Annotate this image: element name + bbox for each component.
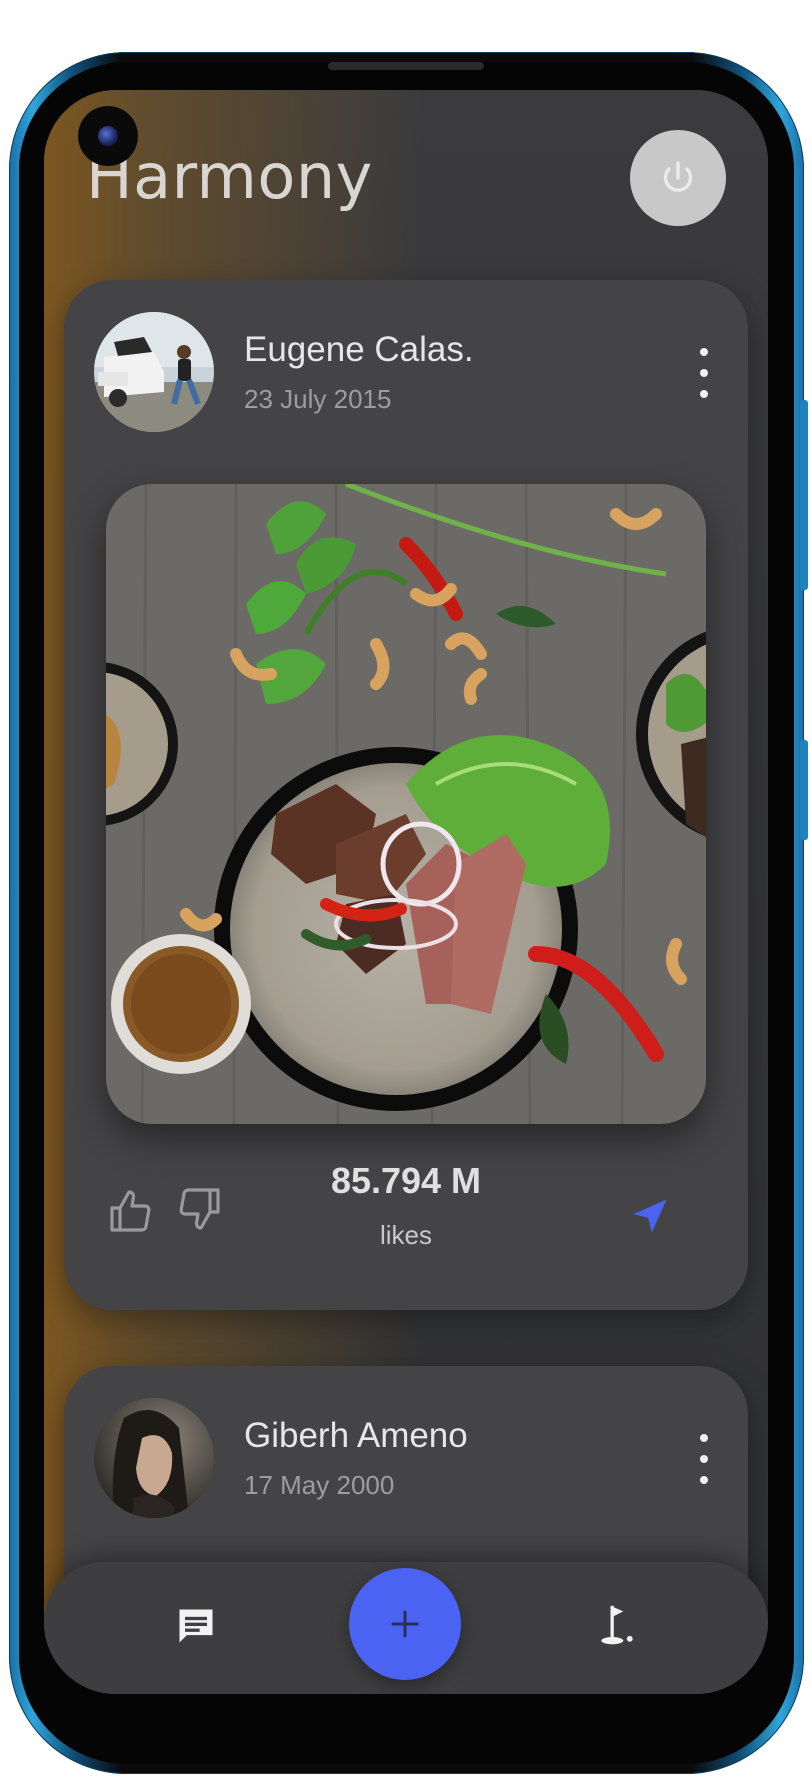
like-button[interactable] [108,1188,156,1236]
add-post-button[interactable] [349,1568,461,1680]
chat-message-icon [179,1609,213,1643]
volume-button [800,400,808,590]
navigation-send-icon [633,1199,667,1233]
earpiece-speaker [328,62,484,70]
plus-icon [391,1610,419,1638]
power-side-button [800,740,808,840]
power-button[interactable] [630,130,726,226]
more-options-button[interactable] [694,1434,714,1484]
author-avatar[interactable] [94,312,214,432]
likes-count: 85.794 M [330,1160,482,1201]
dislike-button[interactable] [174,1184,222,1232]
post-date: 17 May 2000 [244,1470,395,1500]
likes-label: likes [379,1220,432,1250]
more-vertical-icon [700,348,708,356]
power-icon [663,161,693,192]
golf-flag-icon [601,1605,633,1645]
author-name[interactable]: Giberh Ameno [244,1416,468,1456]
post-image[interactable] [106,484,706,1124]
golf-button[interactable] [594,1602,638,1650]
front-camera [78,106,138,166]
app-screen: Harmony Eugene Calas. 23 July 2015 85.79… [44,90,768,1694]
post-card: Eugene Calas. 23 July 2015 85.794 M like… [64,280,748,1310]
author-avatar[interactable] [94,1398,214,1518]
chat-button[interactable] [174,1604,218,1648]
bottom-navigation [44,1562,768,1694]
post-date: 23 July 2015 [244,384,392,414]
more-options-button[interactable] [694,348,714,398]
share-button[interactable] [628,1194,672,1238]
thumbs-up-icon [110,1190,151,1232]
thumbs-down-icon [179,1188,220,1230]
post-actions: 85.794 M likes [64,1148,748,1288]
more-vertical-icon [700,1434,708,1442]
author-name[interactable]: Eugene Calas. [244,330,474,370]
